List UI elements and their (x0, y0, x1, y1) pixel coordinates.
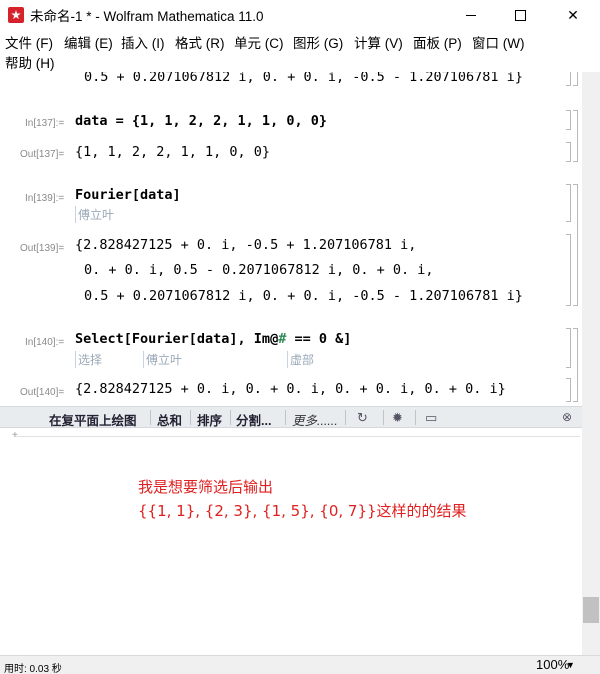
group-bracket[interactable] (573, 72, 578, 86)
gear-icon[interactable]: ✹ (392, 410, 403, 426)
output-value[interactable]: {2.828427125 + 0. i, 0. + 0. i, 0. + 0. … (75, 381, 506, 397)
input-code[interactable]: data = {1, 1, 2, 2, 1, 1, 0, 0} (75, 113, 327, 129)
minimize-icon (466, 14, 476, 16)
output-label: Out[140]= (20, 387, 65, 398)
scroll-thumb[interactable] (583, 597, 599, 623)
menu-evaluation[interactable]: 计算 (V) (354, 32, 403, 52)
output-line[interactable]: {2.828427125 + 0. i, -0.5 + 1.207106781 … (75, 237, 416, 253)
cell-bracket[interactable] (566, 184, 571, 222)
output-value[interactable]: {1, 1, 2, 2, 1, 1, 0, 0} (75, 144, 270, 160)
function-hint: 傅立叶 (143, 351, 182, 368)
input-code[interactable]: Select[Fourier[data], Im@# == 0 &] (75, 331, 351, 347)
suggestion-partition[interactable]: 分割... (236, 410, 271, 429)
timing-status: 用时: 0.03 秒 (4, 664, 62, 674)
note-line[interactable]: 我是想要筛选后输出 (138, 476, 273, 497)
output-line[interactable]: 0. + 0. i, 0.5 - 0.2071067812 i, 0. + 0.… (84, 262, 434, 278)
menu-bar: 文件 (F) 编辑 (E) 插入 (I) 格式 (R) 单元 (C) 图形 (G… (0, 30, 600, 72)
cell-bracket[interactable] (566, 72, 571, 86)
cell-bracket[interactable] (566, 328, 571, 368)
function-hint: 选择 (75, 351, 102, 368)
code-prefix: Select[Fourier[data], Im@ (75, 331, 279, 347)
menu-graphics[interactable]: 图形 (G) (293, 32, 343, 52)
cell-bracket[interactable] (566, 142, 571, 162)
input-code[interactable]: Fourier[data] (75, 187, 181, 203)
group-bracket[interactable] (573, 110, 578, 162)
maximize-icon (514, 9, 526, 21)
output-line[interactable]: 0.5 + 0.2071067812 i, 0. + 0. i, -0.5 - … (84, 288, 523, 304)
output-label: Out[139]= (20, 243, 65, 254)
cell-bracket[interactable] (566, 110, 571, 130)
title-bar: 未命名-1 * - Wolfram Mathematica 11.0 ✕ (0, 0, 600, 30)
menu-insert[interactable]: 插入 (I) (121, 32, 165, 52)
plus-icon[interactable]: + (12, 430, 18, 441)
suggestion-sort[interactable]: 排序 (197, 410, 222, 429)
chevron-down-icon[interactable]: ▼ (566, 660, 575, 670)
mathematica-icon[interactable] (8, 7, 24, 23)
function-hint: 傅立叶 (75, 206, 114, 223)
divider (415, 410, 416, 425)
zoom-level[interactable]: 100% (536, 657, 569, 672)
code-suffix: == 0 &] (286, 331, 352, 347)
minimize-button[interactable] (448, 0, 494, 30)
menu-cell[interactable]: 单元 (C) (234, 32, 284, 52)
group-bracket[interactable] (573, 328, 578, 402)
divider (285, 410, 286, 425)
status-bar: 用时: 0.03 秒 100% ▼ (0, 655, 600, 674)
function-hint: 虚部 (287, 351, 314, 368)
menu-file[interactable]: 文件 (F) (5, 32, 53, 52)
notebook[interactable]: 0.5 + 0.2071067812 i, 0. + 0. i, -0.5 - … (0, 72, 582, 655)
divider (383, 410, 384, 425)
maximize-button[interactable] (497, 0, 543, 30)
note-line[interactable]: {{1, 1}, {2, 3}, {1, 5}, {0, 7}}这样的的结果 (138, 500, 467, 521)
divider (150, 410, 151, 425)
close-icon[interactable]: ⊗ (562, 410, 572, 424)
cell-insertion-line[interactable] (14, 436, 580, 437)
previous-output-line: 0.5 + 0.2071067812 i, 0. + 0. i, -0.5 - … (84, 72, 523, 85)
menu-help[interactable]: 帮助 (H) (5, 52, 55, 72)
suggestion-plot-complex[interactable]: 在复平面上绘图 (49, 410, 137, 429)
suggestions-bar: 在复平面上绘图 总和 排序 分割... 更多...... ↻ ✹ ▭ ⊗ (0, 406, 582, 428)
divider (190, 410, 191, 425)
menu-palettes[interactable]: 面板 (P) (413, 32, 462, 52)
input-label: In[137]:= (25, 118, 65, 129)
menu-window[interactable]: 窗口 (W) (472, 32, 524, 52)
suggestion-total[interactable]: 总和 (157, 410, 182, 429)
loop-icon[interactable]: ↻ (357, 410, 368, 426)
divider (345, 410, 346, 425)
close-window-button[interactable]: ✕ (550, 0, 596, 30)
cell-bracket[interactable] (566, 378, 571, 402)
input-label: In[139]:= (25, 193, 65, 204)
input-label: In[140]:= (25, 337, 65, 348)
group-bracket[interactable] (573, 184, 578, 306)
suggestion-more[interactable]: 更多...... (292, 410, 338, 429)
divider (230, 410, 231, 425)
menu-format[interactable]: 格式 (R) (175, 32, 225, 52)
output-label: Out[137]= (20, 149, 65, 160)
chat-icon[interactable]: ▭ (425, 410, 437, 426)
window-title: 未命名-1 * - Wolfram Mathematica 11.0 (30, 9, 264, 24)
vertical-scrollbar[interactable] (582, 72, 600, 655)
menu-edit[interactable]: 编辑 (E) (64, 32, 113, 52)
cell-bracket[interactable] (566, 234, 571, 306)
close-icon: ✕ (567, 6, 579, 23)
